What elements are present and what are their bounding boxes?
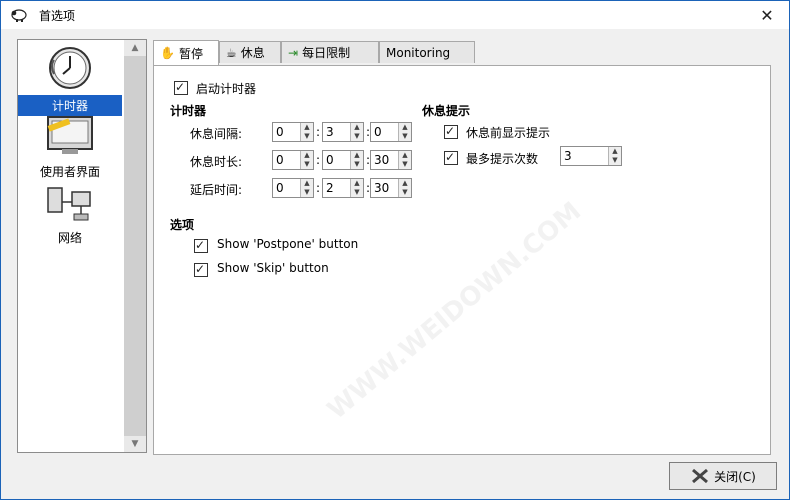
break-duration-minutes[interactable]: 0 ▲ ▼ xyxy=(322,150,364,170)
spin-value: 3 xyxy=(564,149,572,163)
show-skip-checkbox[interactable] xyxy=(194,261,208,277)
tab-label: 休息 xyxy=(240,46,265,60)
postpone-time-minutes[interactable]: 2 ▲ ▼ xyxy=(322,178,364,198)
timer-section-heading: 计时器 xyxy=(170,104,207,118)
network-icon xyxy=(47,187,91,221)
show-postpone-checkbox[interactable] xyxy=(194,237,208,253)
sidebar-scrollbar[interactable]: ▲ ▼ xyxy=(124,40,146,452)
tab-pause[interactable]: ✋ 暂停 xyxy=(153,40,219,65)
options-section-heading: 选项 xyxy=(170,218,195,232)
break-interval-label: 休息间隔: xyxy=(190,127,243,141)
close-button[interactable]: 关闭(C) xyxy=(669,462,777,490)
sidebar-item-label: 使用者界面 xyxy=(39,165,100,179)
spin-value: 0 xyxy=(276,153,284,167)
reminder-section-heading: 休息提示 xyxy=(422,104,471,118)
window-title: 首选项 xyxy=(39,9,76,23)
tab-monitoring[interactable]: Monitoring xyxy=(379,41,475,63)
spin-value: 0 xyxy=(326,153,334,167)
exit-icon: ⇥ xyxy=(288,45,299,60)
sidebar-item-label: 网络 xyxy=(57,231,82,245)
tab-label: Monitoring xyxy=(386,45,451,60)
window-close-button[interactable]: ✕ xyxy=(745,1,789,29)
tab-label: 每日限制 xyxy=(302,46,351,60)
scroll-up-icon[interactable]: ▲ xyxy=(124,40,146,56)
show-skip-label: Show 'Skip' button xyxy=(217,261,329,275)
category-sidebar: 计时器 使用者界面 网络 ▲ ▼ xyxy=(17,39,147,453)
sidebar-item-network[interactable]: 网络 xyxy=(18,184,122,248)
break-duration-label: 休息时长: xyxy=(190,155,243,169)
spin-value: 30 xyxy=(374,181,390,195)
tab-daily-limit[interactable]: ⇥ 每日限制 xyxy=(281,41,379,63)
sheep-icon xyxy=(11,9,27,22)
clock-icon xyxy=(49,47,91,89)
title-bar: 首选项 ✕ xyxy=(1,1,789,29)
enable-timer-label: 启动计时器 xyxy=(196,82,257,96)
break-duration-hours[interactable]: 0 ▲ ▼ xyxy=(272,150,314,170)
hand-icon: ✋ xyxy=(160,46,175,60)
spin-value: 2 xyxy=(326,181,334,195)
preferences-window: 首选项 ✕ 计时器 使用者界面 网络 ▲ ▼ ✋ 暂停 ☕ 休息 ⇥ 每日限制 … xyxy=(0,0,790,500)
pause-panel: 启动计时器 计时器 休息间隔: 0▲▼ : 3▲▼ : 0▲▼ 休息时长: 0▲… xyxy=(153,65,771,455)
max-prompts-spinner[interactable]: 3 ▲ ▼ xyxy=(560,146,622,166)
show-postpone-label: Show 'Postpone' button xyxy=(217,237,359,251)
tab-rest[interactable]: ☕ 休息 xyxy=(219,41,281,63)
close-button-label: 关闭(C) xyxy=(714,469,756,484)
postpone-time-label: 延后时间: xyxy=(190,183,243,197)
break-interval-minutes[interactable]: 3 ▲ ▼ xyxy=(322,122,364,142)
reminder-before-checkbox[interactable] xyxy=(444,123,458,139)
watermark-text: WWW.WEIDOWN.COM xyxy=(321,196,588,426)
spin-value: 30 xyxy=(374,153,390,167)
cup-icon: ☕ xyxy=(226,45,237,60)
sidebar-item-timer[interactable]: 计时器 xyxy=(18,44,122,116)
break-duration-seconds[interactable]: 30 ▲ ▼ xyxy=(370,150,412,170)
reminder-before-label: 休息前显示提示 xyxy=(466,126,551,140)
spin-value: 0 xyxy=(276,125,284,139)
tab-label: 暂停 xyxy=(178,46,203,61)
max-prompts-checkbox[interactable] xyxy=(444,149,458,165)
spin-value: 3 xyxy=(326,125,334,139)
close-icon: ✕ xyxy=(760,5,774,25)
postpone-time-seconds[interactable]: 30 ▲ ▼ xyxy=(370,178,412,198)
enable-timer-checkbox[interactable] xyxy=(174,79,188,95)
break-interval-hours[interactable]: 0 ▲ ▼ xyxy=(272,122,314,142)
spin-value: 0 xyxy=(374,125,382,139)
break-interval-seconds[interactable]: 0 ▲ ▼ xyxy=(370,122,412,142)
sidebar-item-ui[interactable]: 使用者界面 xyxy=(18,114,122,182)
close-x-icon xyxy=(692,468,709,484)
monitor-icon xyxy=(47,116,93,154)
spin-value: 0 xyxy=(276,181,284,195)
scroll-down-icon[interactable]: ▼ xyxy=(124,436,146,452)
postpone-time-hours[interactable]: 0 ▲ ▼ xyxy=(272,178,314,198)
max-prompts-label: 最多提示次数 xyxy=(466,152,539,166)
sidebar-item-label: 计时器 xyxy=(18,95,122,116)
